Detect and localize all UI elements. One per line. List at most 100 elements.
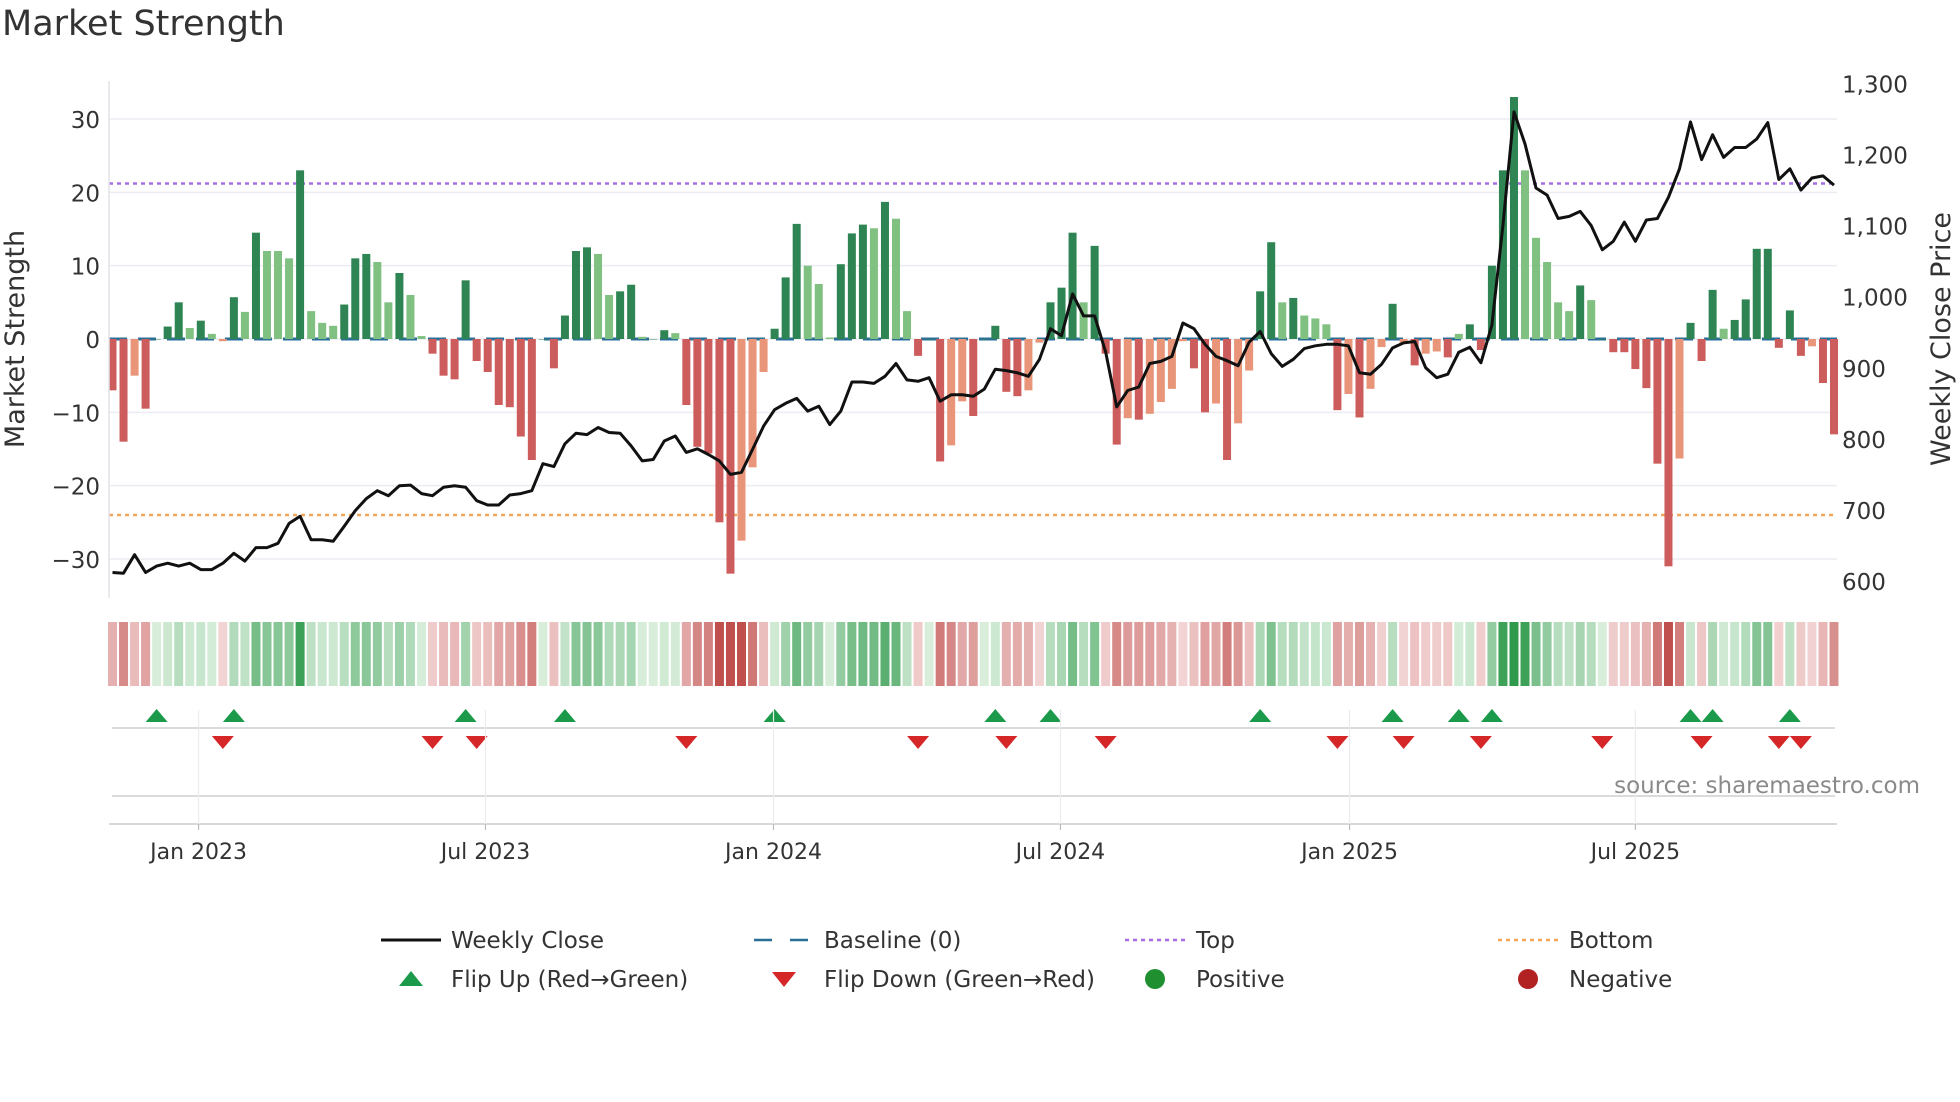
heat-cell [284, 622, 294, 686]
heat-cell [560, 622, 570, 686]
strength-bar [218, 339, 227, 342]
strength-bar [1763, 248, 1772, 339]
heat-cell [207, 622, 217, 686]
heat-cell [339, 622, 349, 686]
y-tick-label: 0 [85, 328, 100, 354]
heat-cell [1531, 622, 1541, 686]
strength-bar [240, 311, 249, 339]
heat-cell [1343, 622, 1353, 686]
strength-bar [262, 251, 271, 339]
strength-bar [1068, 232, 1077, 339]
legend-label: Flip Up (Red→Green) [451, 967, 688, 993]
flip-down-marker [421, 736, 444, 749]
strength-bar [1785, 310, 1794, 339]
heat-cell [185, 622, 195, 686]
legend-item: Weekly Close [381, 928, 604, 954]
heat-cell [946, 622, 956, 686]
heat-cell [1222, 622, 1232, 686]
heat-cell [1575, 622, 1585, 686]
strength-bar [1388, 303, 1397, 339]
strength-bar [1024, 339, 1033, 391]
legend-label: Top [1195, 928, 1235, 954]
heat-cell [869, 622, 879, 686]
heat-cell [516, 622, 526, 686]
heat-cell [262, 622, 272, 686]
heat-cell [1520, 622, 1530, 686]
heat-cell [240, 622, 250, 686]
strength-bar [1311, 318, 1320, 339]
strength-bar [792, 223, 801, 339]
heat-cell [1752, 622, 1762, 686]
heat-cell [130, 622, 140, 686]
flip-up-marker [1249, 709, 1272, 722]
strength-bar [185, 328, 194, 339]
heat-cell [759, 622, 769, 686]
heat-cell [924, 622, 934, 686]
strength-bar [1686, 322, 1695, 339]
heat-cell [1487, 622, 1497, 686]
heat-cell [1476, 622, 1486, 686]
heat-cell [1012, 622, 1022, 686]
strength-bar [1830, 339, 1838, 435]
heat-cell [770, 622, 780, 686]
heat-cell [1134, 622, 1144, 686]
heat-cell [119, 622, 129, 686]
strength-bar [594, 253, 603, 339]
heat-cell [825, 622, 835, 686]
heat-cell [913, 622, 923, 686]
heat-cell [858, 622, 868, 686]
strength-bar [759, 339, 768, 372]
heat-cell [251, 622, 261, 686]
strength-bar [329, 325, 338, 339]
strength-bar [1554, 302, 1563, 339]
strength-bar [1741, 299, 1750, 339]
strength-bar [1576, 285, 1585, 339]
strength-bar [1145, 339, 1154, 414]
strength-bar [1432, 339, 1441, 352]
x-tick-label: Jul 2024 [1014, 840, 1106, 865]
heat-cell [1156, 622, 1166, 686]
legend-item: Top [1125, 928, 1235, 954]
heat-cell [781, 622, 791, 686]
heat-cell [1829, 622, 1839, 686]
strength-bar [1620, 339, 1629, 353]
heat-cell [317, 622, 327, 686]
heat-cell [1410, 622, 1420, 686]
legend-label: Weekly Close [451, 928, 604, 954]
strength-bar [1212, 339, 1221, 404]
strength-bar [1123, 339, 1132, 419]
strength-bar [660, 330, 669, 339]
heat-cell [737, 622, 747, 686]
heat-cell [1388, 622, 1398, 686]
strength-bar [152, 339, 161, 340]
heat-cell [1763, 622, 1773, 686]
strength-bar [1565, 311, 1574, 339]
flip-down-marker [1469, 736, 1492, 749]
heat-cell [615, 622, 625, 686]
flip-down-marker [1392, 736, 1415, 749]
strength-bar [1421, 339, 1430, 354]
strength-heat-strip [108, 622, 1839, 686]
flip-down-marker [1767, 736, 1790, 749]
heat-cell [604, 622, 614, 686]
heat-cell [394, 622, 404, 686]
strength-bar [373, 262, 382, 339]
x-tick-label: Jul 2023 [439, 840, 531, 865]
strength-bar [505, 339, 514, 408]
heat-cell [372, 622, 382, 686]
strength-bar [560, 315, 569, 339]
heat-cell [1641, 622, 1651, 686]
strength-bar [715, 339, 724, 523]
strength-bar [516, 339, 525, 437]
y2-tick-label: 700 [1842, 499, 1886, 525]
strength-bar [1200, 339, 1209, 413]
strength-bar [1752, 248, 1761, 339]
heat-cell [990, 622, 1000, 686]
heat-cell [461, 622, 471, 686]
strength-bar [130, 339, 139, 376]
strength-bar [251, 232, 260, 339]
strength-bar [1289, 297, 1298, 339]
heat-cell [1023, 622, 1033, 686]
strength-bar [1002, 339, 1011, 392]
heat-cell [361, 622, 371, 686]
